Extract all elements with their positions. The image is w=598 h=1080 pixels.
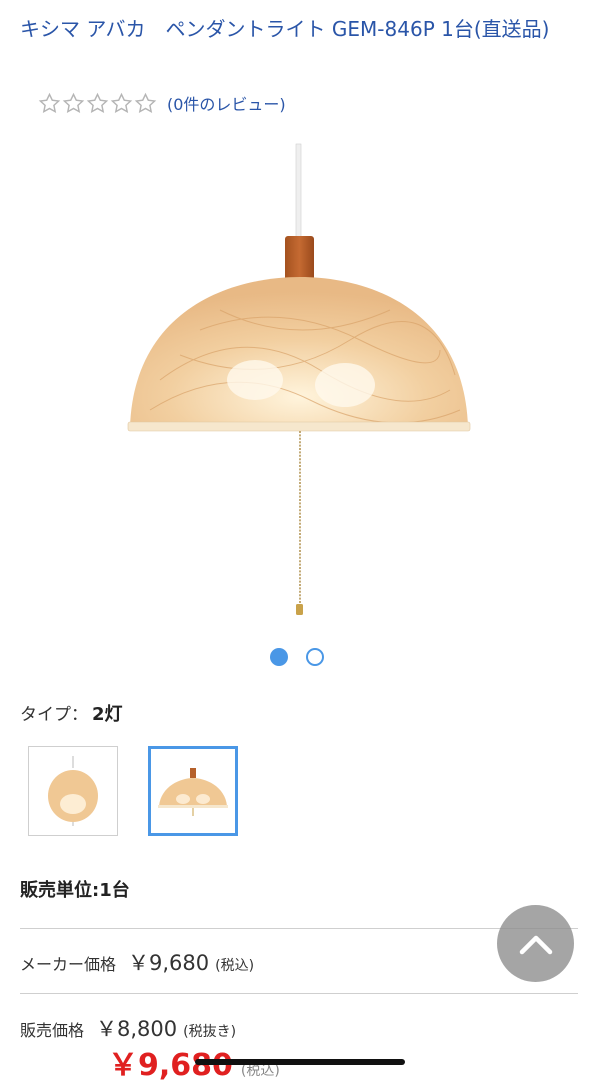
variant-type-row: タイプ： 2灯 (20, 700, 123, 726)
sale-tax-ex-note: (税抜き) (183, 1024, 237, 1040)
star-outline-icon (62, 92, 85, 113)
review-count-link[interactable]: (0件のレビュー) (167, 91, 286, 115)
gallery-pagination (270, 648, 324, 666)
maker-price-tax: (税込) (215, 958, 255, 974)
maker-price-value: ￥9,680 (128, 951, 210, 975)
divider (20, 993, 578, 994)
divider (20, 928, 578, 929)
product-page: キシマ アバカ ペンダントライト GEM-846P 1台(直送品) (0件のレビ… (0, 0, 598, 1080)
sale-price-label: 販売価格 (20, 1021, 85, 1040)
product-main-image[interactable] (120, 140, 480, 630)
sale-price-ex-tax: ￥8,800 (96, 1017, 178, 1041)
home-indicator[interactable] (195, 1059, 405, 1065)
gallery-dot[interactable] (306, 648, 324, 666)
sale-price-row: 販売価格 ￥8,800 (税抜き) (20, 1013, 236, 1043)
scroll-to-top-button[interactable] (497, 905, 574, 982)
sales-unit: 販売単位:1台 (20, 880, 130, 901)
rating-row[interactable]: (0件のレビュー) (38, 88, 286, 118)
star-outline-icon (134, 92, 157, 113)
star-outline-icon (110, 92, 133, 113)
gallery-dot-active[interactable] (270, 648, 288, 666)
variant-option-round[interactable] (28, 746, 118, 836)
variant-thumbnails (28, 746, 238, 836)
star-outline-icon (86, 92, 109, 113)
maker-price-label: メーカー価格 (20, 955, 117, 974)
chevron-up-icon (519, 935, 552, 954)
round-pendant-thumbnail (48, 756, 98, 826)
variant-value: 2灯 (92, 704, 123, 725)
dome-pendant-thumbnail (158, 768, 228, 816)
product-title: キシマ アバカ ペンダントライト GEM-846P 1台(直送品) (20, 17, 550, 41)
variant-label: タイプ： (20, 705, 88, 725)
star-outline-icon (38, 92, 61, 113)
variant-option-dome[interactable] (148, 746, 238, 836)
star-rating (38, 92, 157, 115)
maker-price-row: メーカー価格 ￥9,680 (税込) (20, 947, 254, 977)
